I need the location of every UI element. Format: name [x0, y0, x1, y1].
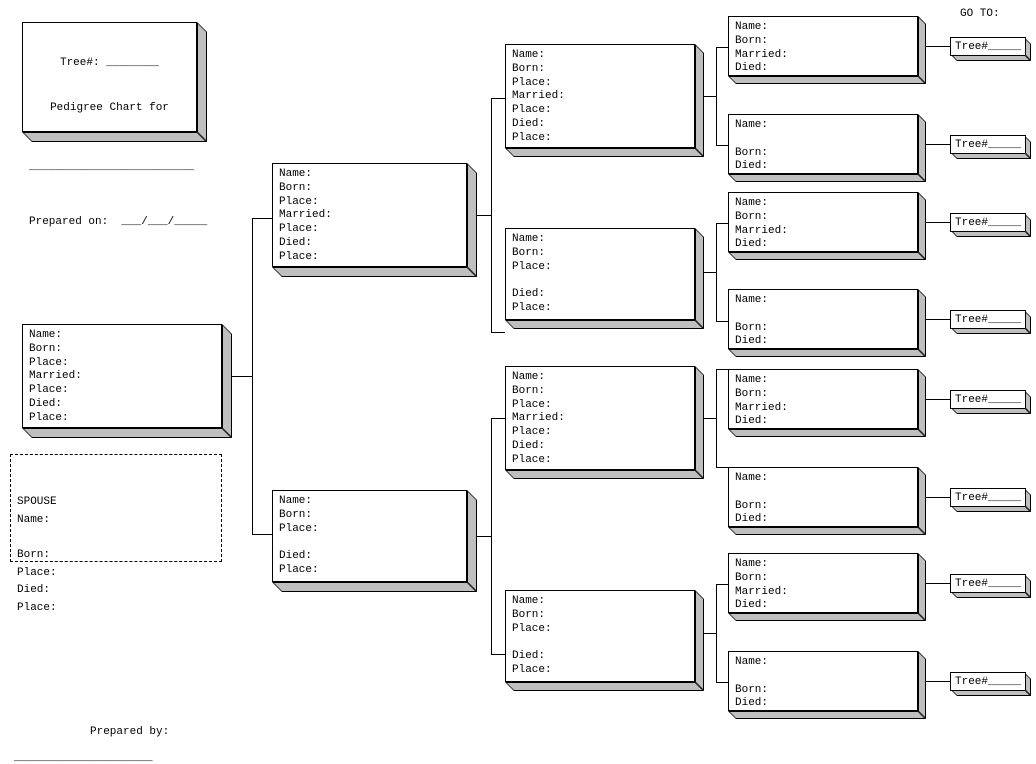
header-prepared-on: Prepared on: ___/___/_____ — [29, 216, 190, 230]
footer-line: _____________________ — [14, 752, 153, 764]
footer-prepared-by: Prepared by: — [90, 726, 169, 738]
goto-tree-3[interactable]: Tree#_____ — [950, 213, 1026, 232]
person-gen4-8: Name: Born: Died: — [728, 651, 918, 711]
person-gen1: Name: Born: Place: Married: Place: Died:… — [22, 324, 222, 428]
person-gen4-7: Name: Born: Married: Died: — [728, 553, 918, 613]
goto-tree-6[interactable]: Tree#_____ — [950, 488, 1026, 507]
spouse-box: SPOUSEName: Born: Place: Died: Place: — [10, 454, 222, 562]
person-gen3-2: Name: Born: Place: Died: Place: — [505, 228, 695, 320]
spouse-body: Name: Born: Place: Died: Place: — [17, 512, 215, 618]
header-tree-no: Tree#: ________ — [29, 57, 190, 71]
goto-tree-1[interactable]: Tree#_____ — [950, 37, 1026, 56]
person-gen4-5: Name: Born: Married: Died: — [728, 369, 918, 429]
goto-tree-2[interactable]: Tree#_____ — [950, 135, 1026, 154]
person-gen4-3: Name: Born: Married: Died: — [728, 192, 918, 252]
goto-tree-5[interactable]: Tree#_____ — [950, 390, 1026, 409]
goto-label: GO TO: — [960, 8, 1000, 20]
goto-tree-4[interactable]: Tree#_____ — [950, 310, 1026, 329]
header-box: Tree#: ________ Pedigree Chart for _____… — [22, 22, 197, 132]
person-gen3-4: Name: Born: Place: Died: Place: — [505, 590, 695, 682]
person-gen4-4: Name: Born: Died: — [728, 289, 918, 349]
person-gen4-2: Name: Born: Died: — [728, 114, 918, 174]
goto-tree-7[interactable]: Tree#_____ — [950, 574, 1026, 593]
person-gen4-6: Name: Born: Died: — [728, 467, 918, 527]
person-gen2-father: Name: Born: Place: Married: Place: Died:… — [272, 163, 467, 267]
person-gen3-1: Name: Born: Place: Married: Place: Died:… — [505, 44, 695, 148]
goto-tree-8[interactable]: Tree#_____ — [950, 672, 1026, 691]
header-title: Pedigree Chart for — [29, 102, 190, 116]
person-gen4-1: Name: Born: Married: Died: — [728, 16, 918, 76]
spouse-title: SPOUSE — [17, 494, 215, 512]
header-name-line: _________________________ — [29, 161, 190, 175]
person-gen2-mother: Name: Born: Place: Died: Place: — [272, 490, 467, 582]
person-gen3-3: Name: Born: Place: Married: Place: Died:… — [505, 366, 695, 470]
